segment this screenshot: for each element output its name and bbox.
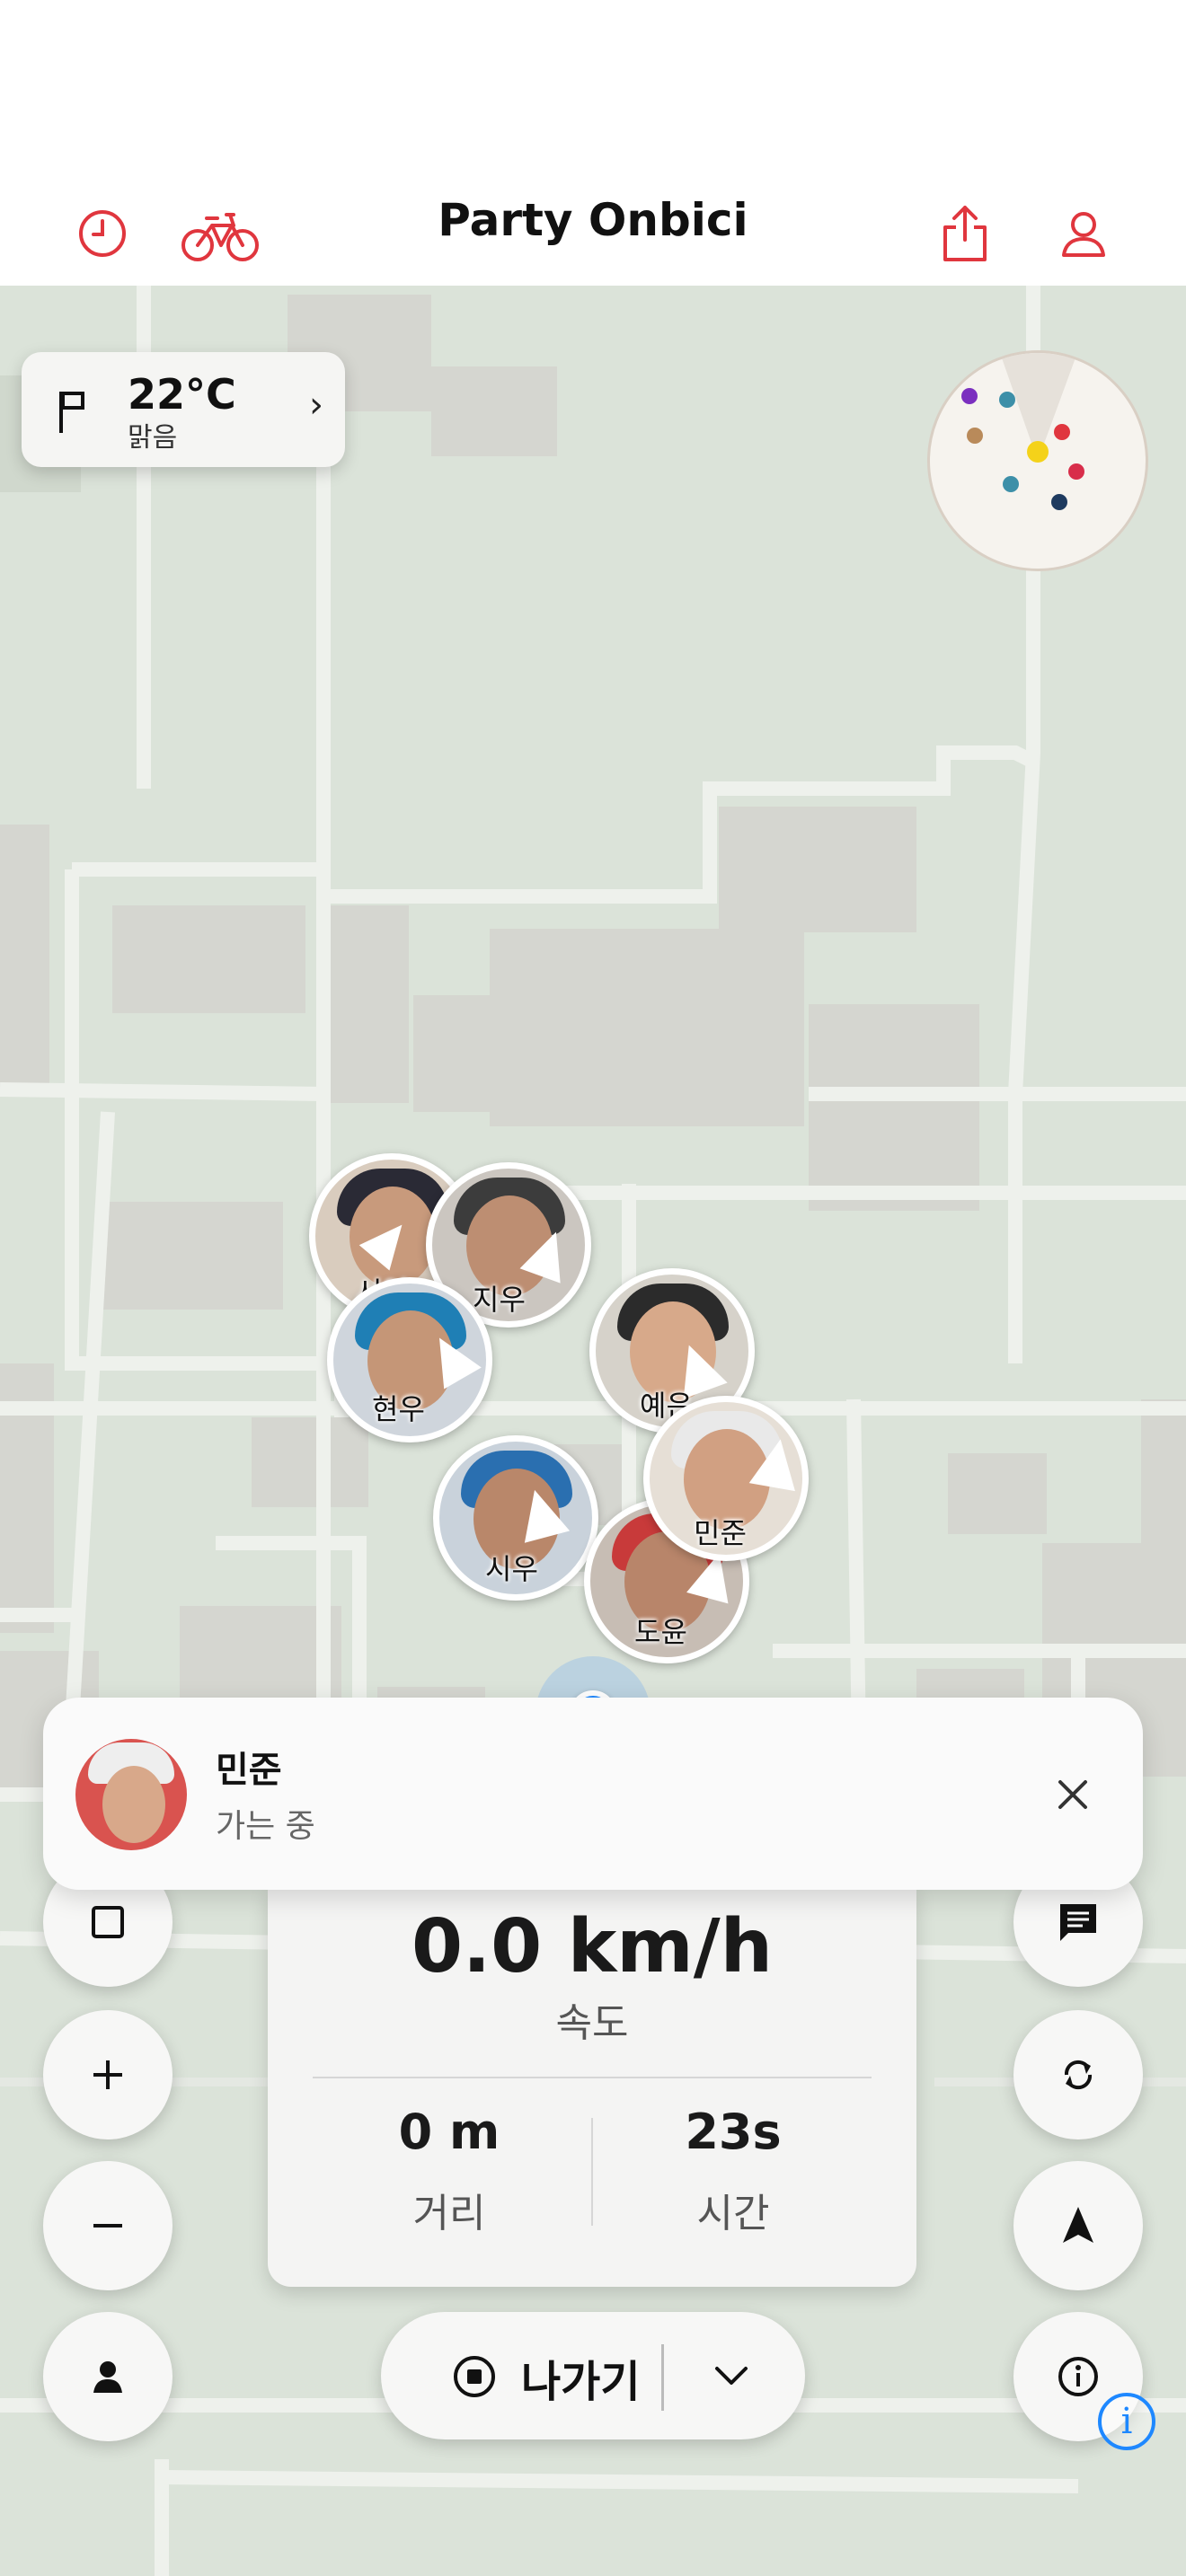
speed-value: 0.0 km/h: [411, 1904, 774, 1989]
weather-temperature: 22°C: [128, 370, 236, 419]
rider-label: 도윤: [634, 1615, 687, 1649]
time-value: 23s: [685, 2104, 782, 2160]
rider-label: 시우: [485, 1552, 538, 1586]
rider-radar[interactable]: [927, 350, 1148, 571]
chat-icon: [1060, 1904, 1096, 1941]
weather-condition: 맑음: [128, 422, 178, 454]
app-header: Party Onbici: [0, 0, 1186, 286]
zoom-out-icon: [93, 2224, 122, 2228]
navigate-icon: [1063, 2207, 1093, 2243]
info-icon: [1058, 2357, 1098, 2396]
map-attribution-icon[interactable]: i: [1098, 2393, 1155, 2450]
distance-value: 0 m: [398, 2104, 500, 2160]
profile-icon[interactable]: [1048, 198, 1120, 269]
ride-stats-panel: 0.0 km/h 속도 0 m 거리 23s 시간: [268, 1886, 916, 2287]
square-icon: [92, 1906, 124, 1938]
rider-label: 민준: [694, 1516, 747, 1550]
zoom-in-icon: [93, 2060, 122, 2089]
notification-name: 민준: [216, 1750, 282, 1791]
time-label: 시간: [696, 2191, 770, 2236]
zoom-out-button[interactable]: [43, 2161, 173, 2290]
flag-icon: [54, 388, 90, 438]
avatar: [75, 1739, 187, 1850]
stop-circle-icon: [451, 2353, 498, 2400]
distance-label: 거리: [412, 2191, 486, 2236]
chevron-down-icon[interactable]: [695, 2344, 767, 2409]
exit-label: 나가기: [521, 2357, 641, 2407]
share-icon[interactable]: [929, 198, 1001, 269]
refresh-button[interactable]: [1013, 2010, 1143, 2139]
close-icon[interactable]: [1037, 1759, 1109, 1831]
exit-button[interactable]: 나가기: [381, 2312, 805, 2439]
stats-vertical-divider: [591, 2118, 593, 2226]
person-icon: [93, 2361, 122, 2393]
stats-divider: [313, 2077, 872, 2078]
refresh-icon: [1064, 2060, 1093, 2090]
speed-label: 속도: [555, 2000, 629, 2046]
rider-label: 현우: [372, 1392, 425, 1426]
rider-notification[interactable]: 민준 가는 중: [43, 1698, 1143, 1890]
exit-divider: [661, 2344, 664, 2411]
chevron-right-icon: ›: [309, 384, 323, 426]
navigate-button[interactable]: [1013, 2161, 1143, 2290]
notification-status: 가는 중: [216, 1808, 315, 1845]
focus-me-button[interactable]: [43, 2312, 173, 2441]
zoom-in-button[interactable]: [43, 2010, 173, 2139]
weather-card[interactable]: 22°C 맑음 ›: [22, 352, 345, 467]
rider-label: 지우: [473, 1283, 526, 1317]
bike-icon[interactable]: [180, 198, 261, 269]
heading-arrow: [748, 1434, 804, 1492]
app-title: Party Onbici: [438, 194, 748, 246]
history-icon[interactable]: [66, 198, 138, 269]
